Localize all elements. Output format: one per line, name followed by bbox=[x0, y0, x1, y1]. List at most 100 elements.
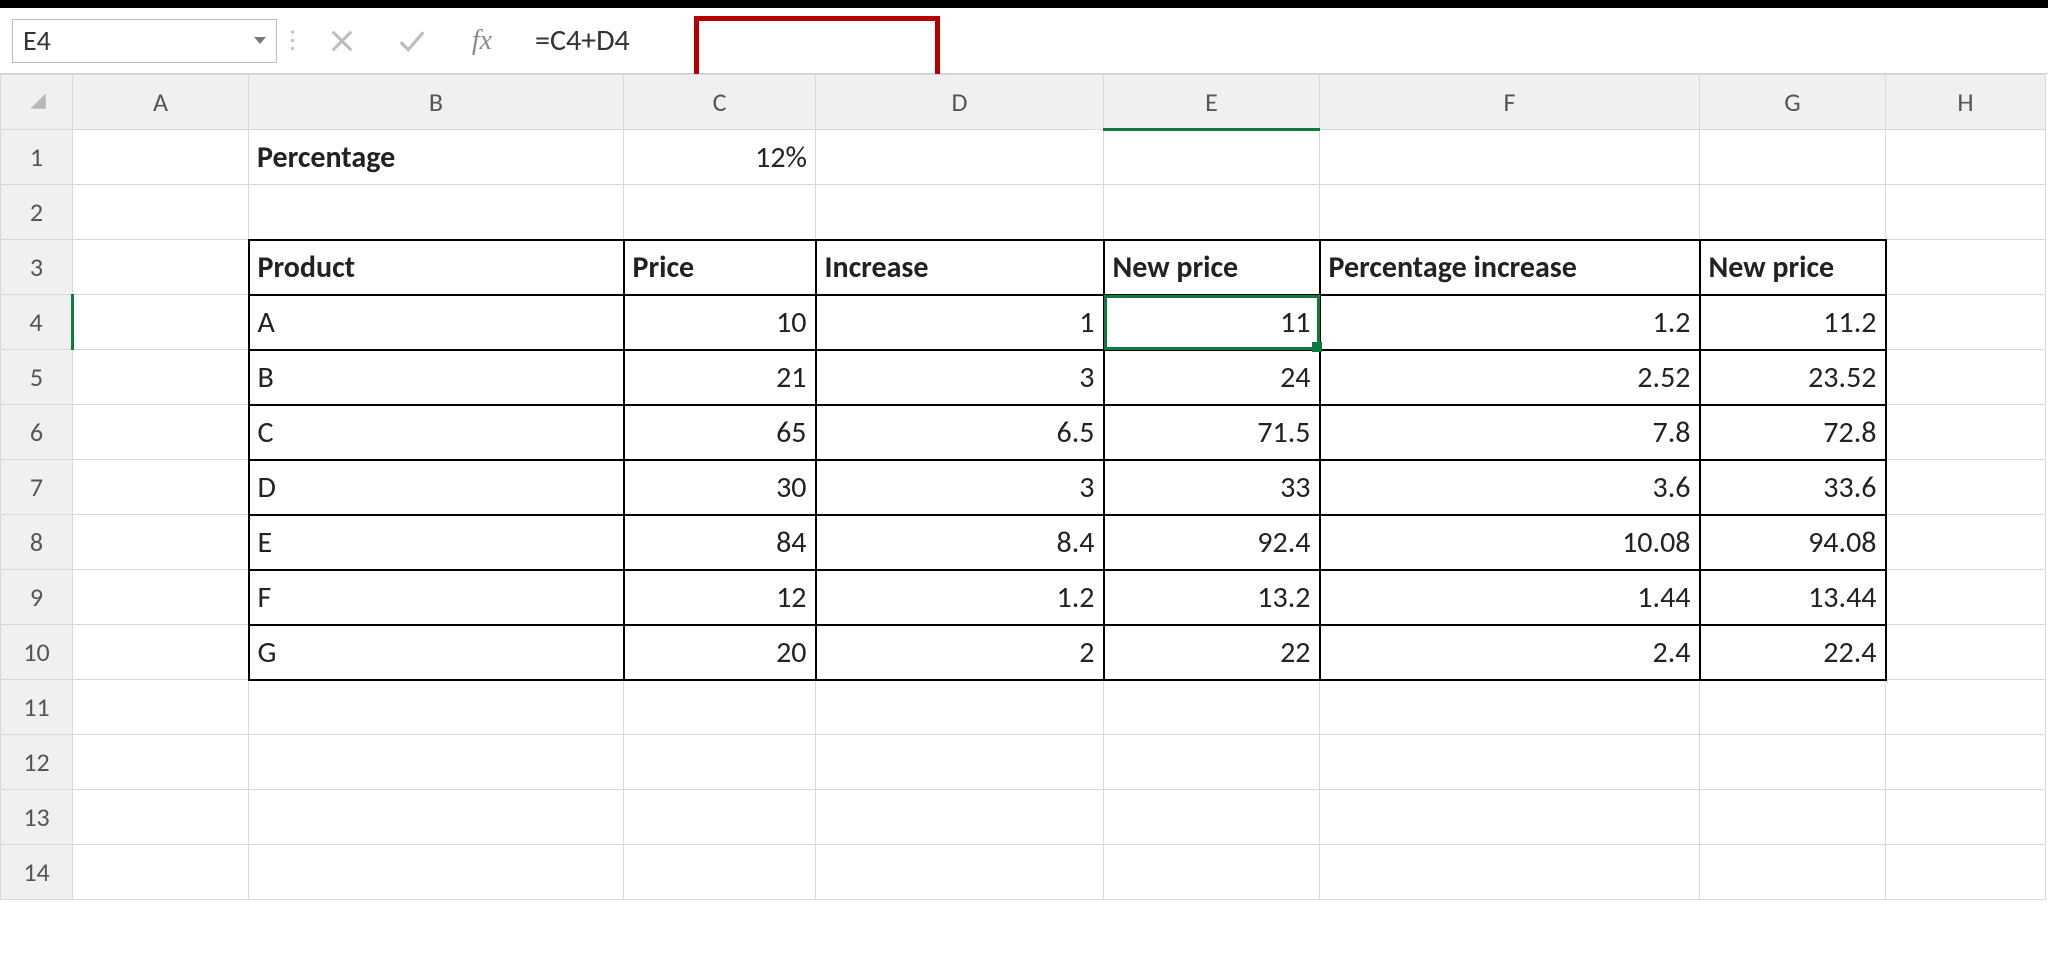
row-header-6[interactable]: 6 bbox=[1, 405, 73, 460]
cell-G2[interactable] bbox=[1700, 185, 1886, 240]
cell-A9[interactable] bbox=[73, 570, 249, 625]
cell-E10[interactable]: 22 bbox=[1104, 625, 1320, 680]
formula-input[interactable]: =C4+D4 bbox=[517, 19, 2048, 63]
cell-B14[interactable] bbox=[249, 845, 624, 900]
cell-H12[interactable] bbox=[1886, 735, 2046, 790]
column-header-H[interactable]: H bbox=[1886, 75, 2046, 130]
cell-E7[interactable]: 33 bbox=[1104, 460, 1320, 515]
cell-D1[interactable] bbox=[816, 130, 1104, 185]
cell-E12[interactable] bbox=[1104, 735, 1320, 790]
cell-A12[interactable] bbox=[73, 735, 249, 790]
cell-D6[interactable]: 6.5 bbox=[816, 405, 1104, 460]
cell-B7[interactable]: D bbox=[249, 460, 624, 515]
cell-G7[interactable]: 33.6 bbox=[1700, 460, 1886, 515]
cell-G13[interactable] bbox=[1700, 790, 1886, 845]
cell-F1[interactable] bbox=[1320, 130, 1700, 185]
row-header-3[interactable]: 3 bbox=[1, 240, 73, 295]
cell-F10[interactable]: 2.4 bbox=[1320, 625, 1700, 680]
cell-C5[interactable]: 21 bbox=[624, 350, 816, 405]
column-header-F[interactable]: F bbox=[1320, 75, 1700, 130]
cell-B4[interactable]: A bbox=[249, 295, 624, 350]
select-all-corner[interactable] bbox=[1, 75, 73, 130]
cell-D8[interactable]: 8.4 bbox=[816, 515, 1104, 570]
cell-C11[interactable] bbox=[624, 680, 816, 735]
cell-H8[interactable] bbox=[1886, 515, 2046, 570]
cell-F13[interactable] bbox=[1320, 790, 1700, 845]
cell-F6[interactable]: 7.8 bbox=[1320, 405, 1700, 460]
cell-C4[interactable]: 10 bbox=[624, 295, 816, 350]
cell-H13[interactable] bbox=[1886, 790, 2046, 845]
cell-H5[interactable] bbox=[1886, 350, 2046, 405]
cell-G3[interactable]: New price bbox=[1700, 240, 1886, 295]
cell-E9[interactable]: 13.2 bbox=[1104, 570, 1320, 625]
row-header-5[interactable]: 5 bbox=[1, 350, 73, 405]
cell-C3[interactable]: Price bbox=[624, 240, 816, 295]
cell-H7[interactable] bbox=[1886, 460, 2046, 515]
cell-E14[interactable] bbox=[1104, 845, 1320, 900]
cell-E5[interactable]: 24 bbox=[1104, 350, 1320, 405]
cell-G12[interactable] bbox=[1700, 735, 1886, 790]
cell-E13[interactable] bbox=[1104, 790, 1320, 845]
row-header-13[interactable]: 13 bbox=[1, 790, 73, 845]
cell-E11[interactable] bbox=[1104, 680, 1320, 735]
row-header-1[interactable]: 1 bbox=[1, 130, 73, 185]
cell-A11[interactable] bbox=[73, 680, 249, 735]
cell-B13[interactable] bbox=[249, 790, 624, 845]
cell-H1[interactable] bbox=[1886, 130, 2046, 185]
cell-B11[interactable] bbox=[249, 680, 624, 735]
cell-C14[interactable] bbox=[624, 845, 816, 900]
column-header-G[interactable]: G bbox=[1700, 75, 1886, 130]
cell-D4[interactable]: 1 bbox=[816, 295, 1104, 350]
row-header-10[interactable]: 10 bbox=[1, 625, 73, 680]
row-header-12[interactable]: 12 bbox=[1, 735, 73, 790]
cell-D9[interactable]: 1.2 bbox=[816, 570, 1104, 625]
cell-C7[interactable]: 30 bbox=[624, 460, 816, 515]
spreadsheet-grid[interactable]: ABCDEFGH1Percentage12%23ProductPriceIncr… bbox=[0, 74, 2046, 900]
worksheet[interactable]: ABCDEFGH1Percentage12%23ProductPriceIncr… bbox=[0, 74, 2048, 900]
cell-H3[interactable] bbox=[1886, 240, 2046, 295]
cell-E6[interactable]: 71.5 bbox=[1104, 405, 1320, 460]
cell-A2[interactable] bbox=[73, 185, 249, 240]
cell-G5[interactable]: 23.52 bbox=[1700, 350, 1886, 405]
column-header-C[interactable]: C bbox=[624, 75, 816, 130]
cell-H10[interactable] bbox=[1886, 625, 2046, 680]
cell-D14[interactable] bbox=[816, 845, 1104, 900]
row-header-4[interactable]: 4 bbox=[1, 295, 73, 350]
cell-B10[interactable]: G bbox=[249, 625, 624, 680]
cell-C13[interactable] bbox=[624, 790, 816, 845]
cell-C10[interactable]: 20 bbox=[624, 625, 816, 680]
cell-A5[interactable] bbox=[73, 350, 249, 405]
cell-E2[interactable] bbox=[1104, 185, 1320, 240]
name-box[interactable]: E4 bbox=[12, 19, 277, 63]
cell-D12[interactable] bbox=[816, 735, 1104, 790]
cell-E8[interactable]: 92.4 bbox=[1104, 515, 1320, 570]
cell-F3[interactable]: Percentage increase bbox=[1320, 240, 1700, 295]
row-header-8[interactable]: 8 bbox=[1, 515, 73, 570]
cell-D7[interactable]: 3 bbox=[816, 460, 1104, 515]
cell-B5[interactable]: B bbox=[249, 350, 624, 405]
cell-A14[interactable] bbox=[73, 845, 249, 900]
cell-G8[interactable]: 94.08 bbox=[1700, 515, 1886, 570]
cell-H11[interactable] bbox=[1886, 680, 2046, 735]
cell-A3[interactable] bbox=[73, 240, 249, 295]
cell-B8[interactable]: E bbox=[249, 515, 624, 570]
cell-F2[interactable] bbox=[1320, 185, 1700, 240]
cell-A10[interactable] bbox=[73, 625, 249, 680]
insert-function-button[interactable]: fx bbox=[447, 25, 517, 57]
column-header-D[interactable]: D bbox=[816, 75, 1104, 130]
cell-F12[interactable] bbox=[1320, 735, 1700, 790]
cell-D5[interactable]: 3 bbox=[816, 350, 1104, 405]
cell-F8[interactable]: 10.08 bbox=[1320, 515, 1700, 570]
cell-D2[interactable] bbox=[816, 185, 1104, 240]
cell-B1[interactable]: Percentage bbox=[249, 130, 624, 185]
cell-B12[interactable] bbox=[249, 735, 624, 790]
row-header-11[interactable]: 11 bbox=[1, 680, 73, 735]
column-header-E[interactable]: E bbox=[1104, 75, 1320, 130]
cell-D11[interactable] bbox=[816, 680, 1104, 735]
cell-A13[interactable] bbox=[73, 790, 249, 845]
dropdown-caret-icon[interactable] bbox=[254, 37, 266, 44]
cell-F4[interactable]: 1.2 bbox=[1320, 295, 1700, 350]
row-header-2[interactable]: 2 bbox=[1, 185, 73, 240]
cell-G4[interactable]: 11.2 bbox=[1700, 295, 1886, 350]
cell-G14[interactable] bbox=[1700, 845, 1886, 900]
